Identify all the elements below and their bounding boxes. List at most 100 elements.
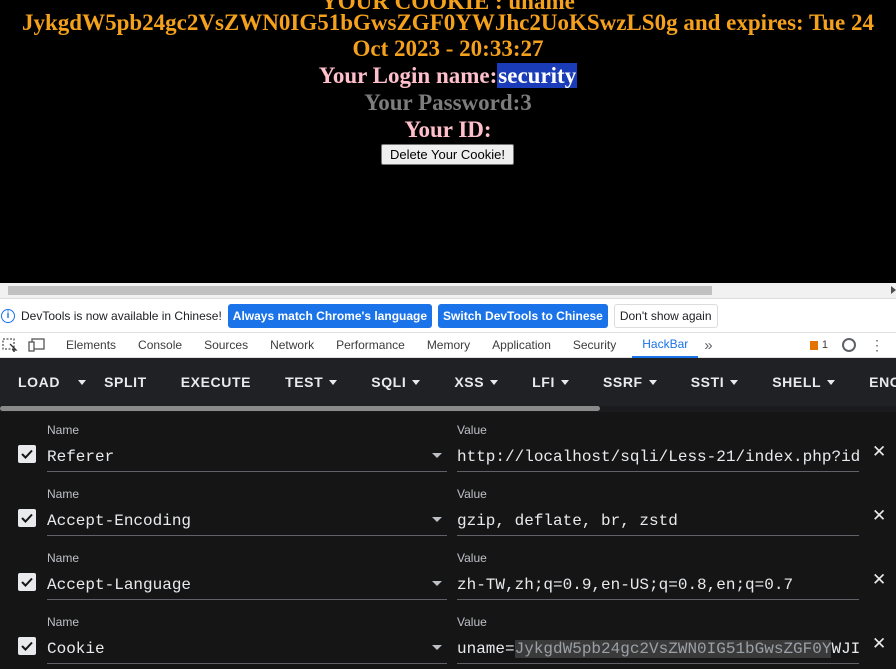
dont-show-again-button[interactable]: Don't show again xyxy=(613,303,718,328)
ssrf-menu-label: SSRF xyxy=(602,374,643,390)
chevron-down-icon xyxy=(329,379,338,385)
header-row-cookie: Name Value Cookie uname= JykgdW5pb24gc2Vs… xyxy=(0,604,896,668)
tab-performance[interactable]: Performance xyxy=(336,332,427,358)
chevron-down-icon xyxy=(730,379,739,385)
ssti-menu-button[interactable]: SSTI xyxy=(691,358,739,406)
page-horizontal-scrollbar[interactable] xyxy=(0,283,896,298)
name-field-label: Name xyxy=(47,615,80,629)
header-enabled-checkbox[interactable] xyxy=(18,509,36,527)
name-field-label: Name xyxy=(47,487,80,501)
remove-header-close-icon[interactable]: ✕ xyxy=(872,442,886,462)
header-name-value: Cookie xyxy=(47,639,105,658)
tab-network[interactable]: Network xyxy=(270,332,336,358)
issues-badge[interactable]: 1 xyxy=(809,339,828,351)
encoding-menu-button[interactable]: ENC xyxy=(869,358,896,406)
chevron-down-icon xyxy=(827,379,836,385)
inspect-element-icon[interactable] xyxy=(2,338,18,352)
chevron-down-icon xyxy=(560,379,569,385)
tab-hackbar[interactable]: HackBar xyxy=(632,332,699,358)
header-row-accept-encoding: Name Value Accept-Encoding gzip, deflate… xyxy=(0,476,896,540)
tab-elements[interactable]: Elements xyxy=(66,332,138,358)
scroll-right-arrow-icon[interactable] xyxy=(891,286,896,294)
cookie-value-prefix: uname= xyxy=(457,639,515,658)
id-line: Your ID: xyxy=(404,117,492,142)
value-field-label: Value xyxy=(457,551,487,565)
header-row-accept-language: Name Value Accept-Language zh-TW,zh;q=0.… xyxy=(0,540,896,604)
load-button[interactable]: LOAD xyxy=(18,358,60,406)
scrollbar-thumb[interactable] xyxy=(8,286,712,295)
header-name-select[interactable]: Referer xyxy=(47,442,447,472)
issue-flag-icon xyxy=(809,340,818,350)
chevron-down-icon xyxy=(412,379,421,385)
header-value-input[interactable]: uname= JykgdW5pb24gc2VsZWN0IG51bGwsZGF0Y W… xyxy=(457,634,859,664)
login-name-line: Your Login name:security xyxy=(0,62,896,89)
value-field-label: Value xyxy=(457,423,487,437)
ssti-menu-label: SSTI xyxy=(690,374,725,390)
chevron-down-icon xyxy=(78,379,87,385)
header-value-input[interactable]: gzip, deflate, br, zstd xyxy=(457,506,859,536)
header-enabled-checkbox[interactable] xyxy=(18,637,36,655)
scrollbar-thumb[interactable] xyxy=(0,406,600,411)
header-enabled-checkbox[interactable] xyxy=(18,445,36,463)
checkmark-icon xyxy=(21,513,33,523)
password-line: Your Password:3 xyxy=(364,90,532,115)
info-icon: i xyxy=(1,308,15,323)
ssrf-menu-button[interactable]: SSRF xyxy=(603,358,657,406)
settings-gear-icon[interactable] xyxy=(842,338,856,352)
checkmark-icon xyxy=(21,577,33,587)
devtools-language-infobar: i DevTools is now available in Chinese! … xyxy=(0,298,896,332)
login-name-label: Your Login name: xyxy=(318,63,498,88)
lfi-menu-button[interactable]: LFI xyxy=(532,358,569,406)
tab-memory[interactable]: Memory xyxy=(427,332,492,358)
checkmark-icon xyxy=(21,449,33,459)
shell-menu-label: SHELL xyxy=(772,374,822,390)
cookie-line-2: JykgdW5pb24gc2VsZWN0IG51bGwsZGF0YWJhc2Uo… xyxy=(22,10,874,35)
tab-application[interactable]: Application xyxy=(492,332,573,358)
sqli-menu-label: SQLI xyxy=(371,374,407,390)
chevron-down-icon xyxy=(648,379,657,385)
issues-count: 1 xyxy=(821,339,828,351)
shell-menu-button[interactable]: SHELL xyxy=(772,358,836,406)
sqli-menu-button[interactable]: SQLI xyxy=(371,358,421,406)
header-name-value: Referer xyxy=(47,447,115,466)
cookie-value-selected: JykgdW5pb24gc2VsZWN0IG51bGwsZGF0Y xyxy=(514,639,832,658)
dropdown-arrow-icon[interactable] xyxy=(432,645,442,650)
dropdown-arrow-icon[interactable] xyxy=(432,453,442,458)
test-menu-button[interactable]: TEST xyxy=(285,358,338,406)
tab-sources[interactable]: Sources xyxy=(204,332,270,358)
load-dropdown-button[interactable] xyxy=(72,358,87,406)
infobar-message: DevTools is now available in Chinese! xyxy=(21,308,222,323)
header-value-input[interactable]: http://localhost/sqli/Less-21/index.php?… xyxy=(457,442,859,472)
split-button[interactable]: SPLIT xyxy=(104,358,147,406)
value-field-label: Value xyxy=(457,487,487,501)
cookie-value-suffix: WJI xyxy=(831,639,859,658)
more-tabs-icon[interactable]: » xyxy=(704,332,724,358)
execute-button[interactable]: EXECUTE xyxy=(181,358,251,406)
page-content: YOUR COOKIE : uname JykgdW5pb24gc2VsZWN0… xyxy=(0,0,896,283)
name-field-label: Name xyxy=(47,551,80,565)
header-name-select[interactable]: Accept-Encoding xyxy=(47,506,447,536)
always-match-language-button[interactable]: Always match Chrome's language xyxy=(227,303,433,328)
hackbar-toolbar: LOAD SPLIT EXECUTE TEST SQLI XSS LFI SSR… xyxy=(0,358,896,406)
remove-header-close-icon[interactable]: ✕ xyxy=(872,570,886,590)
remove-header-close-icon[interactable]: ✕ xyxy=(872,634,886,654)
header-enabled-checkbox[interactable] xyxy=(18,573,36,591)
more-options-kebab-icon[interactable]: ⋮ xyxy=(870,338,884,352)
header-name-select[interactable]: Accept-Language xyxy=(47,570,447,600)
remove-header-close-icon[interactable]: ✕ xyxy=(872,506,886,526)
xss-menu-label: XSS xyxy=(454,374,485,390)
header-name-value: Accept-Language xyxy=(47,575,192,594)
tab-console[interactable]: Console xyxy=(138,332,204,358)
switch-to-chinese-button[interactable]: Switch DevTools to Chinese xyxy=(438,303,608,328)
header-row-referer: Name Value Referer http://localhost/sqli… xyxy=(0,412,896,476)
tab-security[interactable]: Security xyxy=(573,332,638,358)
dropdown-arrow-icon[interactable] xyxy=(432,517,442,522)
header-name-value: Accept-Encoding xyxy=(47,511,192,530)
xss-menu-button[interactable]: XSS xyxy=(454,358,499,406)
device-toolbar-icon[interactable] xyxy=(28,338,46,352)
header-name-select[interactable]: Cookie xyxy=(47,634,447,664)
request-headers-list: Name Value Referer http://localhost/sqli… xyxy=(0,412,896,669)
header-value-input[interactable]: zh-TW,zh;q=0.9,en-US;q=0.8,en;q=0.7 xyxy=(457,570,859,600)
delete-cookie-button[interactable]: Delete Your Cookie! xyxy=(381,144,514,165)
dropdown-arrow-icon[interactable] xyxy=(432,581,442,586)
